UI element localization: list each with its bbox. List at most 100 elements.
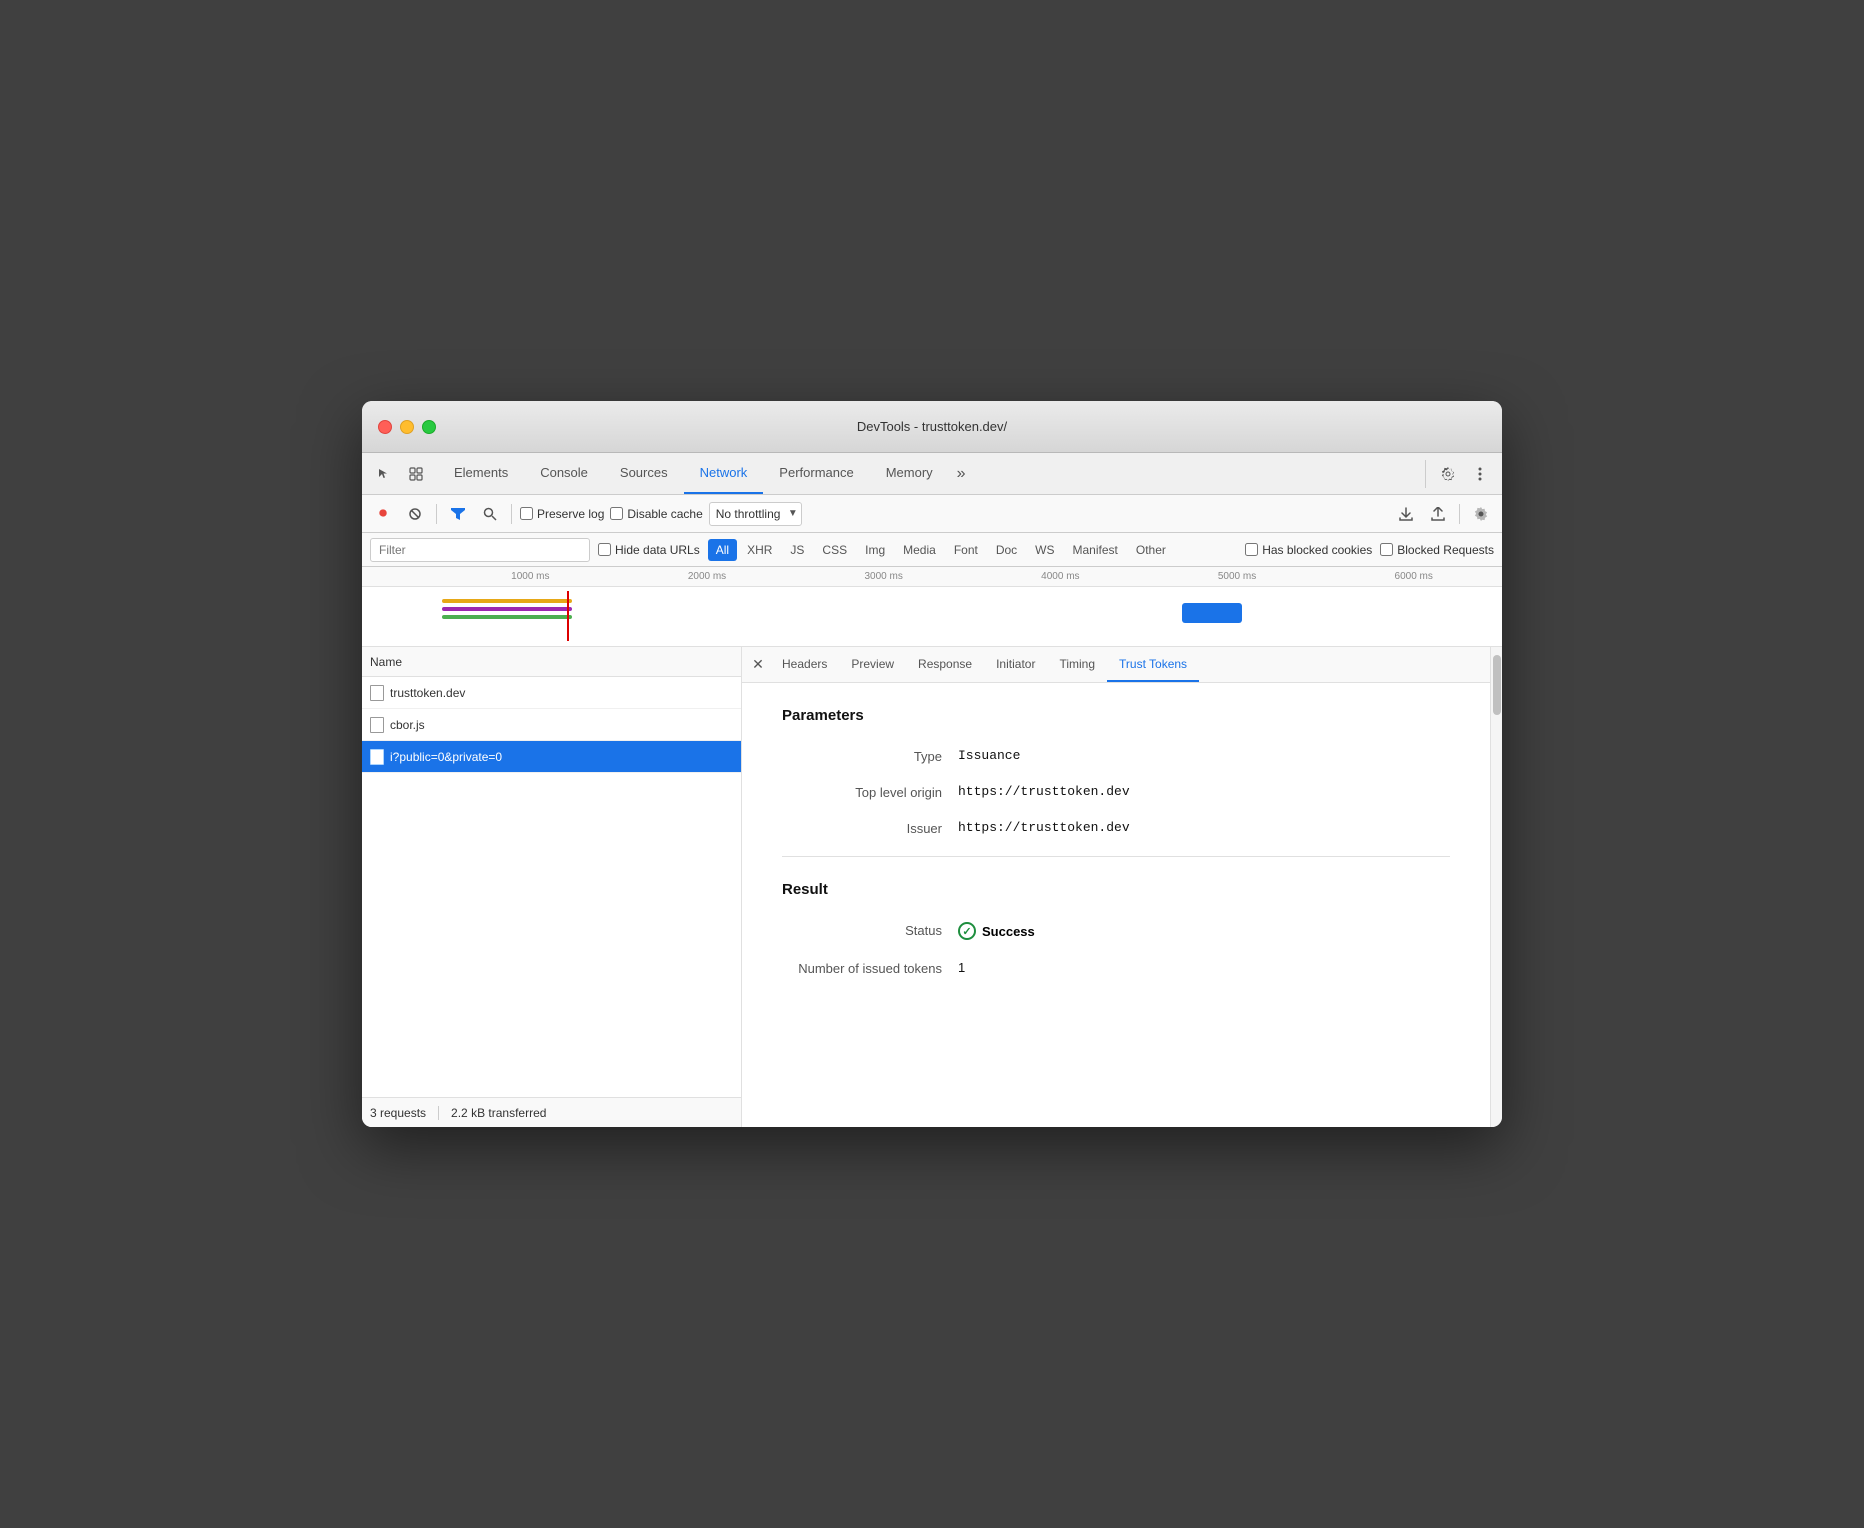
network-settings-icon[interactable] <box>1468 501 1494 527</box>
export-button[interactable] <box>1425 501 1451 527</box>
type-row: Type Issuance <box>782 748 1450 764</box>
filter-css[interactable]: CSS <box>814 539 855 561</box>
type-value: Issuance <box>958 748 1020 763</box>
blocked-requests-checkbox[interactable] <box>1380 543 1393 556</box>
filter-ws[interactable]: WS <box>1027 539 1062 561</box>
request-item[interactable]: trusttoken.dev <box>362 677 741 709</box>
minimize-button[interactable] <box>400 420 414 434</box>
filter-icon[interactable] <box>445 501 471 527</box>
scrollbar-thumb[interactable] <box>1493 655 1501 715</box>
file-icon-3 <box>370 749 384 765</box>
import-button[interactable] <box>1393 501 1419 527</box>
request-item-selected[interactable]: i?public=0&private=0 <box>362 741 741 773</box>
disable-cache-checkbox[interactable] <box>610 507 623 520</box>
blocked-requests-label[interactable]: Blocked Requests <box>1380 543 1494 557</box>
toolbar-sep-right <box>1459 504 1460 524</box>
blocked-cookies-checkbox[interactable] <box>1245 543 1258 556</box>
timeline-area: 1000 ms 2000 ms 3000 ms 4000 ms 5000 ms … <box>362 567 1502 647</box>
ruler-mark-6: 6000 ms <box>1325 571 1502 582</box>
more-tabs-button[interactable]: » <box>949 453 974 494</box>
top-level-origin-label: Top level origin <box>782 784 942 800</box>
throttle-wrapper: No throttling ▼ <box>709 502 802 526</box>
record-button[interactable]: ⏺ <box>370 501 396 527</box>
close-button[interactable] <box>378 420 392 434</box>
blocked-cookies-label[interactable]: Has blocked cookies <box>1245 543 1372 557</box>
tab-preview[interactable]: Preview <box>839 647 906 682</box>
tab-performance[interactable]: Performance <box>763 453 869 494</box>
main-tab-list: Elements Console Sources Network Perform… <box>438 453 1417 494</box>
tab-headers[interactable]: Headers <box>770 647 839 682</box>
type-filter-group: All XHR JS CSS Img Media Font Doc WS Man… <box>708 539 1174 561</box>
filter-media[interactable]: Media <box>895 539 944 561</box>
preserve-log-checkbox[interactable] <box>520 507 533 520</box>
top-level-origin-value: https://trusttoken.dev <box>958 784 1130 799</box>
tokens-value: 1 <box>958 960 965 975</box>
disable-cache-label[interactable]: Disable cache <box>610 507 702 521</box>
close-detail-button[interactable]: ✕ <box>746 653 770 677</box>
waterfall-bar-blue <box>1182 603 1242 623</box>
issuer-value: https://trusttoken.dev <box>958 820 1130 835</box>
status-label: Status <box>782 922 942 938</box>
main-content: Name trusttoken.dev cbor.js i?public=0&p… <box>362 647 1502 1127</box>
top-level-origin-row: Top level origin https://trusttoken.dev <box>782 784 1450 800</box>
filter-input[interactable] <box>370 538 590 562</box>
cursor-icon[interactable] <box>370 460 398 488</box>
ruler-mark-4: 4000 ms <box>972 571 1149 582</box>
filter-font[interactable]: Font <box>946 539 986 561</box>
filter-doc[interactable]: Doc <box>988 539 1025 561</box>
tab-console[interactable]: Console <box>524 453 604 494</box>
requests-list: trusttoken.dev cbor.js i?public=0&privat… <box>362 677 741 1097</box>
tab-trust-tokens[interactable]: Trust Tokens <box>1107 647 1199 682</box>
devtools-icons <box>370 460 430 488</box>
detail-scrollbar[interactable] <box>1490 647 1502 1127</box>
requests-count: 3 requests <box>370 1106 426 1120</box>
maximize-button[interactable] <box>422 420 436 434</box>
issuer-row: Issuer https://trusttoken.dev <box>782 820 1450 836</box>
tab-timing[interactable]: Timing <box>1047 647 1107 682</box>
settings-icon[interactable] <box>1434 460 1462 488</box>
tab-elements[interactable]: Elements <box>438 453 524 494</box>
filter-js[interactable]: JS <box>782 539 812 561</box>
hide-data-urls-label[interactable]: Hide data URLs <box>598 543 700 557</box>
filter-manifest[interactable]: Manifest <box>1065 539 1126 561</box>
requests-footer: 3 requests 2.2 kB transferred <box>362 1097 741 1127</box>
requests-panel: Name trusttoken.dev cbor.js i?public=0&p… <box>362 647 742 1127</box>
section-divider <box>782 856 1450 857</box>
tab-initiator[interactable]: Initiator <box>984 647 1047 682</box>
more-options-icon[interactable] <box>1466 460 1494 488</box>
filter-all[interactable]: All <box>708 539 737 561</box>
throttle-select[interactable]: No throttling <box>709 502 802 526</box>
devtools-settings-group <box>1425 460 1494 488</box>
request-name-2: cbor.js <box>390 718 425 732</box>
request-item[interactable]: cbor.js <box>362 709 741 741</box>
tab-memory[interactable]: Memory <box>870 453 949 494</box>
file-icon-2 <box>370 717 384 733</box>
search-icon[interactable] <box>477 501 503 527</box>
name-column-header: Name <box>370 655 402 669</box>
filter-other[interactable]: Other <box>1128 539 1174 561</box>
hide-data-urls-checkbox[interactable] <box>598 543 611 556</box>
waterfall-bar-1 <box>442 599 572 603</box>
waterfall-bar-2 <box>442 607 572 611</box>
tab-network[interactable]: Network <box>684 453 764 494</box>
requests-header: Name <box>362 647 741 677</box>
toolbar-separator-2 <box>511 504 512 524</box>
ruler-mark-2: 2000 ms <box>619 571 796 582</box>
status-row: Status ✓ Success <box>782 922 1450 940</box>
filter-xhr[interactable]: XHR <box>739 539 780 561</box>
footer-separator <box>438 1106 439 1120</box>
preserve-log-label[interactable]: Preserve log <box>520 507 604 521</box>
request-name-1: trusttoken.dev <box>390 686 465 700</box>
type-label: Type <box>782 748 942 764</box>
tab-sources[interactable]: Sources <box>604 453 684 494</box>
transferred-size: 2.2 kB transferred <box>451 1106 546 1120</box>
inspector-icon[interactable] <box>402 460 430 488</box>
devtools-tab-bar: Elements Console Sources Network Perform… <box>362 453 1502 495</box>
clear-button[interactable] <box>402 501 428 527</box>
tab-response[interactable]: Response <box>906 647 984 682</box>
parameters-title: Parameters <box>782 707 1450 724</box>
toolbar-separator-1 <box>436 504 437 524</box>
filter-img[interactable]: Img <box>857 539 893 561</box>
ruler-mark-1: 1000 ms <box>442 571 619 582</box>
network-toolbar: ⏺ Preserve log Disable cache <box>362 495 1502 533</box>
